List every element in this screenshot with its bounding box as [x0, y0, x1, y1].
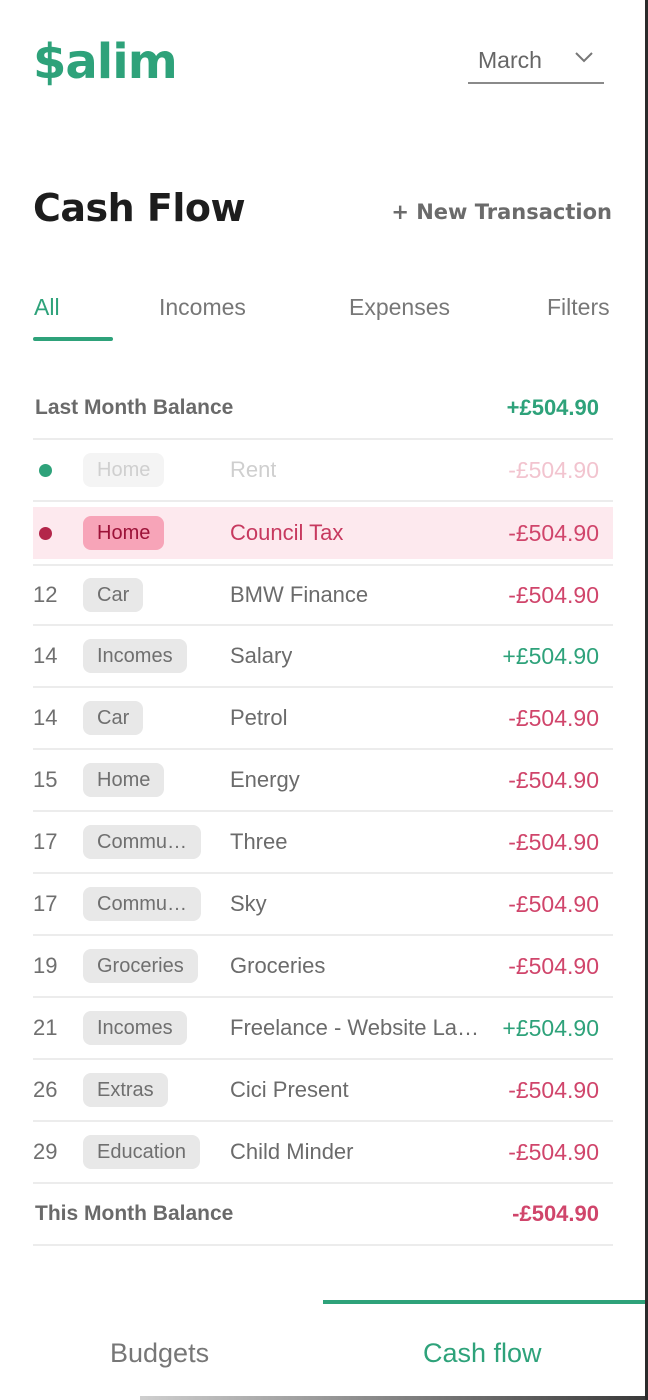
last-month-balance-amount: +£504.90 — [506, 395, 599, 420]
category-tag: Groceries — [83, 949, 198, 983]
transaction-day: 12 — [33, 582, 58, 607]
transaction-amount: -£504.90 — [508, 766, 599, 793]
transaction-day: 14 — [33, 705, 58, 730]
last-month-balance-label: Last Month Balance — [35, 396, 234, 419]
category-tag: Home — [83, 763, 165, 797]
transaction-day: 17 — [33, 891, 58, 916]
tab-expenses[interactable]: Expenses — [349, 294, 450, 321]
bottom-edge-shadow — [140, 1396, 645, 1400]
transaction-description: Salary — [230, 643, 293, 668]
nav-budgets[interactable]: Budgets — [110, 1338, 209, 1369]
transaction-amount: -£504.90 — [508, 1076, 599, 1103]
category-tag: Home — [83, 453, 165, 487]
transaction-description: Freelance - Website La… — [230, 1015, 480, 1040]
transaction-day: 29 — [33, 1139, 58, 1164]
month-select[interactable]: March — [468, 38, 604, 84]
transaction-description: Child Minder — [230, 1139, 354, 1164]
transaction-day: 17 — [33, 829, 58, 854]
category-tag: Home — [83, 516, 165, 550]
transaction-amount: -£504.90 — [508, 519, 599, 546]
transaction-amount: +£504.90 — [502, 1014, 599, 1041]
tab-incomes[interactable]: Incomes — [159, 294, 246, 321]
transaction-description: Three — [230, 829, 288, 854]
category-tag: Incomes — [83, 639, 187, 673]
this-month-balance-row: This Month Balance -£504.90 — [33, 1184, 613, 1246]
bottom-nav: Budgets Cash flow — [0, 1300, 645, 1400]
transaction-row[interactable]: 21 Incomes Freelance - Website La… +£504… — [33, 998, 613, 1060]
nav-cash-flow[interactable]: Cash flow — [423, 1338, 542, 1369]
category-tag: Extras — [83, 1073, 168, 1107]
category-tag: Commu… — [83, 825, 202, 859]
transaction-row[interactable]: 17 Commu… Three -£504.90 — [33, 812, 613, 874]
transaction-description: BMW Finance — [230, 582, 369, 607]
category-tag: Incomes — [83, 1011, 187, 1045]
month-select-value: March — [478, 46, 542, 73]
transaction-amount: -£504.90 — [508, 952, 599, 979]
last-month-balance-row: Last Month Balance +£504.90 — [33, 378, 613, 440]
category-tag: Car — [83, 578, 144, 612]
transaction-description: Sky — [230, 891, 267, 916]
transaction-amount: -£504.90 — [508, 581, 599, 608]
transaction-amount: -£504.90 — [508, 828, 599, 855]
transaction-row[interactable]: 15 Home Energy -£504.90 — [33, 750, 613, 812]
transaction-description: Petrol — [230, 705, 288, 730]
new-transaction-button[interactable]: + New Transaction — [391, 200, 612, 224]
transaction-row[interactable]: 26 Extras Cici Present -£504.90 — [33, 1060, 613, 1122]
transaction-description: Rent — [230, 457, 277, 482]
this-month-balance-label: This Month Balance — [35, 1202, 234, 1225]
this-month-balance-amount: -£504.90 — [512, 1201, 599, 1226]
transaction-row[interactable]: 17 Commu… Sky -£504.90 — [33, 874, 613, 936]
active-tab-indicator — [33, 337, 113, 341]
transaction-row[interactable]: 29 Education Child Minder -£504.90 — [33, 1122, 613, 1184]
transaction-day: 15 — [33, 767, 58, 792]
transaction-row[interactable]: 14 Incomes Salary +£504.90 — [33, 626, 613, 688]
tab-filters[interactable]: Filters — [547, 294, 610, 321]
status-dot — [39, 463, 52, 477]
transaction-row[interactable]: Home Rent -£504.90 — [33, 440, 613, 502]
filter-tabs: All Incomes Expenses Filters — [0, 294, 645, 344]
transaction-amount: -£504.90 — [508, 890, 599, 917]
transaction-description: Council Tax — [230, 520, 344, 545]
transaction-description: Cici Present — [230, 1077, 349, 1102]
transaction-list: Last Month Balance +£504.90 Home Rent -£… — [33, 378, 613, 1246]
transaction-day: 21 — [33, 1015, 58, 1040]
transaction-row[interactable]: 19 Groceries Groceries -£504.90 — [33, 936, 613, 998]
transaction-amount: -£504.90 — [508, 704, 599, 731]
app-logo: $alim — [33, 34, 178, 90]
transaction-amount: +£504.90 — [502, 642, 599, 669]
transaction-day: 14 — [33, 643, 58, 668]
chevron-down-icon — [575, 52, 593, 63]
category-tag: Car — [83, 701, 144, 735]
transaction-description: Energy — [230, 767, 300, 792]
tab-all[interactable]: All — [34, 294, 60, 321]
transaction-row-selected[interactable]: Home Council Tax -£504.90 — [33, 507, 613, 559]
transaction-amount: -£504.90 — [508, 456, 599, 483]
transaction-amount: -£504.90 — [508, 1138, 599, 1165]
status-dot — [39, 526, 52, 540]
category-tag: Education — [83, 1135, 200, 1169]
transaction-row[interactable]: 14 Car Petrol -£504.90 — [33, 688, 613, 750]
transaction-day: 19 — [33, 953, 58, 978]
transaction-description: Groceries — [230, 953, 326, 978]
page-title: Cash Flow — [33, 186, 246, 230]
category-tag: Commu… — [83, 887, 202, 921]
transaction-row[interactable]: 12 Car BMW Finance -£504.90 — [33, 564, 613, 626]
bottom-nav-active-indicator — [323, 1300, 645, 1304]
transaction-day: 26 — [33, 1077, 58, 1102]
